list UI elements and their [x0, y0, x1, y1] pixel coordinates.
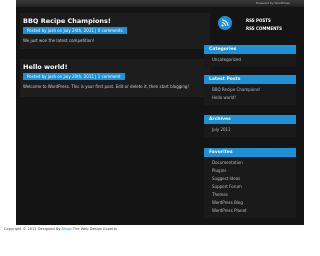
category-link[interactable]: Uncategorized [204, 56, 296, 64]
post-title[interactable]: Hello world! [23, 63, 68, 71]
content-area: BBQ Recipe Champions! Posted by josh on … [16, 7, 304, 225]
post-excerpt: Welcome to WordPress. This is your first… [23, 84, 190, 89]
widget-title: Favorites [204, 148, 296, 157]
post-card: Hello world! Posted by josh on July 20th… [20, 59, 210, 97]
rss-posts-link[interactable]: RSS POSTS [246, 18, 271, 23]
favorite-link[interactable]: WordPress Blog [204, 199, 296, 207]
favorites-widget: Favorites Documentation Plugins Suggest … [204, 148, 296, 218]
favorite-link[interactable]: Support Forum [204, 183, 296, 191]
post-meta[interactable]: Posted by josh on July 20th, 2011 | 1 co… [23, 73, 125, 80]
favorite-link[interactable]: Suggest Ideas [204, 175, 296, 183]
widget-title: Latest Posts [204, 75, 296, 84]
rss-glyph [221, 19, 229, 27]
post-card: BBQ Recipe Champions! Posted by josh on … [20, 13, 210, 49]
footer-designer-link[interactable]: Bingo [62, 227, 72, 231]
favorite-link[interactable]: Themes [204, 191, 296, 199]
footer-text: Copyright © 2011 Designed By Bingo The W… [4, 227, 117, 231]
favorite-link[interactable]: WordPress Planet [204, 207, 296, 215]
page-frame: Powered by WordPress BBQ Recipe Champion… [0, 0, 320, 256]
latest-posts-widget: Latest Posts BBQ Recipe Champions! Hello… [204, 75, 296, 105]
rss-icon[interactable] [218, 16, 232, 30]
archive-link[interactable]: July 2011 [204, 126, 296, 134]
header-tagline: Powered by WordPress [256, 1, 290, 5]
categories-widget: Categories Uncategorized [204, 45, 296, 67]
favorite-link[interactable]: Documentation [204, 159, 296, 167]
latest-post-link[interactable]: BBQ Recipe Champions! [204, 86, 296, 94]
footer-suffix: The Web Design Experts [71, 227, 117, 231]
archives-widget: Archives July 2011 [204, 115, 296, 137]
post-title[interactable]: BBQ Recipe Champions! [23, 17, 111, 25]
header-bar: Powered by WordPress [16, 0, 304, 7]
footer-prefix: Copyright © 2011 Designed By [4, 227, 62, 231]
widget-title: Categories [204, 45, 296, 54]
favorite-link[interactable]: Plugins [204, 167, 296, 175]
rss-comments-link[interactable]: RSS COMMENTS [246, 26, 282, 31]
widget-title: Archives [204, 115, 296, 124]
post-excerpt: We just won the latest competition! [23, 38, 95, 43]
post-meta[interactable]: Posted by josh on July 24th, 2011 | 0 co… [23, 27, 127, 34]
latest-post-link[interactable]: Hello world! [204, 94, 296, 102]
